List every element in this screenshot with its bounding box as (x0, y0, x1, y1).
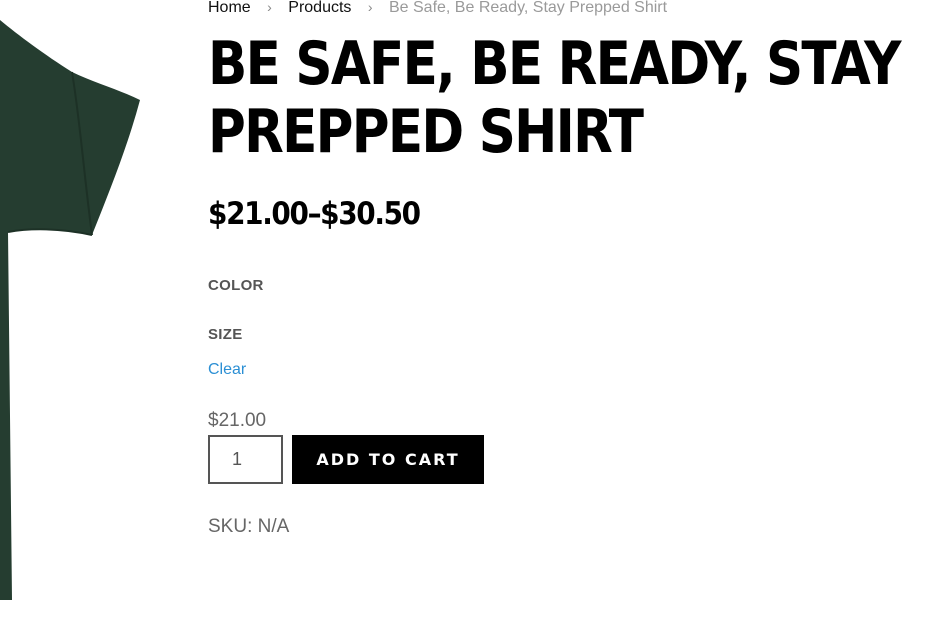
quantity-input[interactable] (208, 435, 283, 484)
variation-price: $21.00 (208, 410, 267, 431)
price-range: $21.00–$30.50 (208, 196, 421, 232)
shirt-body (0, 20, 140, 600)
add-to-cart-button[interactable]: ADD TO CART (292, 435, 484, 484)
shirt-image (0, 20, 140, 600)
breadcrumb-products-link[interactable]: Products (288, 0, 351, 16)
breadcrumb: Home › Products › Be Safe, Be Ready, Sta… (208, 0, 667, 17)
breadcrumb-home-link[interactable]: Home (208, 0, 251, 16)
breadcrumb-separator: › (267, 0, 272, 15)
breadcrumb-separator: › (367, 0, 373, 15)
clear-selection-link[interactable]: Clear (208, 361, 246, 379)
product-image[interactable] (0, 0, 160, 618)
color-label: COLOR (208, 277, 264, 294)
sku-text: SKU: N/A (208, 516, 290, 537)
product-title: BE SAFE, BE READY, STAY PREPPED SHIRT (208, 29, 902, 167)
size-label: SIZE (208, 326, 243, 343)
breadcrumb-current: Be Safe, Be Ready, Stay Prepped Shirt (388, 0, 668, 16)
add-to-cart-form: ADD TO CART (208, 435, 484, 484)
